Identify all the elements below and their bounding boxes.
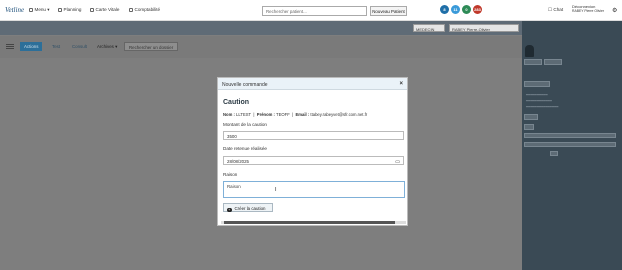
date-field[interactable]: 28/08/2025 ▭ — [223, 156, 404, 165]
user-name: RABEY Pierre Olivier — [572, 9, 604, 13]
modal-header: Nouvelle commande × — [218, 78, 407, 90]
comptabilite-link[interactable]: Comptabilité — [129, 7, 160, 12]
notification-badge-3[interactable]: 0 — [462, 5, 471, 14]
notification-badge-2[interactable]: 11 — [451, 5, 460, 14]
search-file-button[interactable]: Rechercher un dossier — [124, 42, 179, 51]
patient-nom: LLTEST — [236, 112, 252, 117]
sidebar-chip-1[interactable] — [524, 59, 542, 65]
sidebar-section-chip[interactable] — [524, 81, 550, 87]
hamburger-icon[interactable] — [6, 44, 14, 49]
planning-link[interactable]: Planning — [58, 7, 81, 12]
menu-icon — [29, 7, 33, 12]
actions-button[interactable]: Actions — [20, 42, 43, 51]
patient-search-input[interactable]: Rechercher patient... — [262, 6, 367, 16]
archives-dropdown[interactable]: Archives ▾ — [93, 42, 121, 51]
montant-field[interactable]: 3500 — [223, 131, 404, 140]
montant-label: Montant de la caution — [223, 122, 267, 127]
scrollbar-thumb[interactable] — [224, 221, 395, 224]
chat-icon: ☐ — [548, 7, 553, 12]
sidebar-line-3: ━━━━━━━━━━━━━━━ — [526, 105, 559, 109]
consult-tab[interactable]: Consult — [68, 42, 91, 51]
calendar-icon — [58, 7, 62, 12]
ledger-icon — [129, 7, 133, 12]
caution-heading: Caution — [223, 99, 250, 106]
menu-link[interactable]: Menu ▾ — [29, 7, 50, 13]
right-sidebar: ━━━━━━━━━━ ━━━━━━━━━━━━ ━━━━━━━━━━━━━━━ — [522, 21, 622, 270]
card-icon — [90, 7, 94, 12]
notification-badge-4[interactable]: 283 — [473, 5, 482, 14]
sidebar-chip-4[interactable] — [524, 124, 534, 130]
carte-vitale-link[interactable]: Carte Vitale — [90, 7, 119, 12]
test-tab[interactable]: Test — [48, 42, 64, 51]
chat-link[interactable]: ☐ Chat — [548, 7, 563, 13]
sidebar-chip-3[interactable] — [524, 114, 538, 120]
role-select[interactable]: MEDECIN — [413, 24, 445, 32]
new-patient-button[interactable]: Nouveau Patient — [370, 6, 407, 16]
sidebar-line-1: ━━━━━━━━━━ — [526, 93, 548, 97]
sidebar-input-1[interactable] — [524, 133, 616, 138]
modal-title: Nouvelle commande — [222, 81, 268, 88]
calendar-icon[interactable]: ▭ — [395, 159, 400, 165]
top-navbar: Vetline Menu ▾ Planning Carte Vitale Com… — [0, 0, 622, 21]
plus-circle-icon: + — [227, 207, 232, 212]
notification-badge-1[interactable]: 8 — [440, 5, 449, 14]
date-label: Date retenue réalisée — [223, 146, 267, 151]
sidebar-input-3[interactable] — [550, 151, 558, 156]
sidebar-line-2: ━━━━━━━━━━━━ — [526, 99, 552, 103]
modal-scrollbar[interactable] — [221, 221, 406, 224]
avatar — [525, 45, 534, 57]
new-order-modal: Nouvelle commande × Caution Nom : LLTEST… — [217, 77, 408, 226]
gear-icon[interactable]: ⚙ — [612, 7, 617, 14]
patient-info-line: Nom : LLTEST | Prénom : TEOFF | Email : … — [223, 112, 368, 117]
raison-textarea[interactable]: Raison I — [223, 181, 405, 198]
create-caution-button[interactable]: + Créer la caution — [223, 203, 273, 212]
patient-tabs-bar: MEDECIN RABEY Pierre-Olivier — [0, 21, 522, 35]
patient-email: ttabey.rabeyvet@sfr.com.net.fr — [310, 112, 368, 117]
raison-label: Raison — [223, 172, 238, 177]
app-logo[interactable]: Vetline — [5, 6, 24, 14]
text-cursor-icon: I — [275, 187, 277, 193]
sidebar-input-2[interactable] — [524, 142, 616, 147]
sidebar-chip-2[interactable] — [544, 59, 562, 65]
close-icon[interactable]: × — [399, 81, 403, 87]
user-menu[interactable]: Déconnexion RABEY Pierre Olivier — [572, 4, 604, 14]
practitioner-select[interactable]: RABEY Pierre-Olivier — [449, 24, 519, 32]
patient-prenom: TEOFF — [276, 112, 290, 117]
